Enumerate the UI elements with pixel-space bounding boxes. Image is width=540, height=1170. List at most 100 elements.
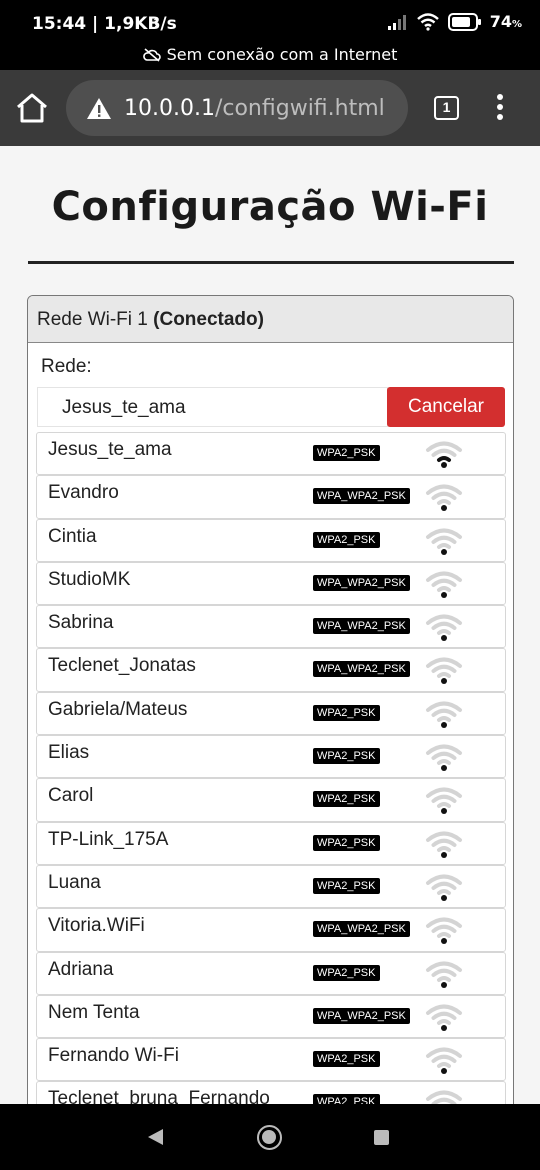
security-badge: WPA2_PSK [313, 964, 380, 981]
network-name: Gabriela/Mateus [48, 698, 188, 720]
security-badge: WPA_WPA2_PSK [313, 488, 410, 505]
network-name: Vitoria.WiFi [48, 915, 145, 937]
status-right: 74% [387, 12, 522, 31]
network-item[interactable]: Cintia WPA2_PSK [36, 518, 506, 562]
network-name: Teclenet_Jonatas [48, 655, 196, 677]
network-item[interactable]: Teclenet_Jonatas WPA_WPA2_PSK [36, 648, 506, 692]
wifi-signal-icon [426, 917, 462, 945]
back-icon[interactable] [148, 1129, 163, 1145]
network-list: Jesus_te_ama WPA2_PSK Evandro WPA_WPA2_PSK C… [36, 432, 506, 1104]
wifi-signal-icon [426, 874, 462, 901]
wifi-signal-icon [426, 961, 462, 988]
network-name: TP-Link_175A [48, 828, 169, 850]
network-item[interactable]: Sabrina WPA_WPA2_PSK [36, 605, 506, 649]
network-name: Adriana [48, 958, 114, 980]
wifi-signal-icon [426, 571, 462, 598]
network-name: Sabrina [48, 612, 114, 634]
security-badge: WPA_WPA2_PSK [313, 1007, 410, 1024]
network-item[interactable]: Evandro WPA_WPA2_PSK [36, 475, 506, 519]
wifi-signal-icon [426, 657, 462, 685]
network-item[interactable]: Gabriela/Mateus WPA2_PSK [36, 691, 506, 736]
home-icon[interactable] [14, 90, 50, 126]
ssid-input[interactable]: Jesus_te_ama [37, 387, 388, 427]
home-circle-icon[interactable] [257, 1125, 282, 1150]
security-badge: WPA2_PSK [313, 748, 380, 765]
rede-label: Rede: [41, 356, 92, 377]
security-badge: WPA_WPA2_PSK [313, 574, 410, 591]
network-item[interactable]: TP-Link_175A WPA2_PSK [36, 821, 506, 865]
security-badge: WPA2_PSK [313, 1094, 380, 1104]
network-name: Fernando Wi-Fi [48, 1045, 179, 1067]
signal-icon [387, 14, 406, 30]
battery-unit: % [511, 19, 522, 30]
page-title: Configuração Wi-Fi [51, 184, 489, 230]
security-badge: WPA_WPA2_PSK [313, 661, 410, 678]
network-name: StudioMK [48, 568, 131, 590]
network-name: Evandro [48, 482, 119, 504]
network-name: Carol [48, 785, 94, 807]
status-bar: 15:44 | 1,9KB/s ? 74% Sem conexão com a … [0, 0, 540, 70]
wifi-icon [416, 12, 439, 31]
network-item[interactable]: Jesus_te_ama WPA2_PSK [36, 432, 506, 476]
network-item[interactable]: Luana WPA2_PSK [36, 864, 506, 909]
network-name: Jesus_te_ama [48, 439, 172, 460]
url-host: 10.0.0.1 [124, 95, 215, 121]
warning-icon [87, 97, 111, 119]
title-divider [28, 261, 514, 264]
security-badge: WPA_WPA2_PSK [313, 618, 410, 635]
network-name: Elias [48, 742, 90, 764]
wifi-question-icon: ? [153, 17, 159, 29]
network-item[interactable]: Carol WPA2_PSK [36, 778, 506, 822]
recents-icon[interactable] [374, 1130, 389, 1145]
network-item[interactable]: StudioMK WPA_WPA2_PSK [36, 561, 506, 606]
wifi-signal-icon [426, 1090, 462, 1104]
network-item[interactable]: Vitoria.WiFi WPA_WPA2_PSK [36, 908, 506, 952]
tabs-icon[interactable]: 1 [434, 96, 459, 120]
battery-icon [447, 12, 481, 31]
security-badge: WPA2_PSK [313, 445, 380, 461]
wifi-signal-icon [426, 484, 462, 512]
wifi-signal-icon [426, 701, 462, 728]
network-item[interactable]: Nem Tenta WPA_WPA2_PSK [36, 994, 506, 1039]
security-badge: WPA2_PSK [313, 877, 380, 894]
security-badge: WPA2_PSK [313, 531, 380, 548]
wifi-signal-icon [426, 441, 462, 468]
panel-header: Rede Wi-Fi 1 (Conectado) [28, 296, 513, 343]
offline-text: Sem conexão com a Internet [166, 45, 398, 64]
wifi-signal-icon [426, 528, 462, 555]
url-path: /configwifi.html [214, 95, 385, 121]
wifi-signal-icon [426, 1047, 462, 1075]
network-item[interactable]: Teclenet_bruna_Fernando WPA2_PSK [36, 1081, 506, 1104]
network-name: Teclenet_bruna_Fernando [48, 1088, 270, 1104]
wifi-signal-icon [426, 614, 462, 642]
wifi-signal-icon [426, 787, 462, 815]
web-page: Configuração Wi-Fi Rede Wi-Fi 1 (Conecta… [0, 146, 540, 1104]
wifi-panel: Rede Wi-Fi 1 (Conectado) Rede: Jesus_te_… [27, 295, 514, 1104]
offline-banner: Sem conexão com a Internet [0, 44, 540, 64]
security-badge: WPA2_PSK [313, 791, 380, 808]
wifi-signal-icon [426, 1004, 462, 1031]
menu-icon[interactable] [492, 94, 508, 124]
network-name: Nem Tenta [48, 1001, 140, 1023]
system-nav-bar [0, 1104, 540, 1170]
security-badge: WPA2_PSK [313, 704, 380, 721]
battery-level: 74 [489, 12, 512, 31]
panel-header-label: Rede Wi-Fi 1 [37, 309, 154, 330]
browser-toolbar: 10.0.0.1/configwifi.html 1 [0, 70, 540, 146]
security-badge: WPA_WPA2_PSK [313, 921, 410, 938]
security-badge: WPA2_PSK [313, 834, 380, 851]
cancel-button[interactable]: Cancelar [387, 387, 505, 427]
cloud-off-icon [142, 47, 161, 62]
url-text: 10.0.0.1/configwifi.html [124, 96, 385, 121]
network-name: Cintia [48, 525, 97, 547]
security-badge: WPA2_PSK [313, 1051, 380, 1068]
wifi-signal-icon [426, 744, 462, 772]
network-item[interactable]: Adriana WPA2_PSK [36, 951, 506, 995]
network-item[interactable]: Fernando Wi-Fi WPA2_PSK [36, 1038, 506, 1082]
wifi-signal-icon [426, 831, 462, 858]
network-name: Luana [48, 871, 101, 893]
address-bar[interactable]: 10.0.0.1/configwifi.html [66, 80, 408, 136]
connection-status: (Conectado) [153, 309, 264, 330]
network-item[interactable]: Elias WPA2_PSK [36, 735, 506, 779]
svg-text:?: ? [153, 17, 159, 29]
